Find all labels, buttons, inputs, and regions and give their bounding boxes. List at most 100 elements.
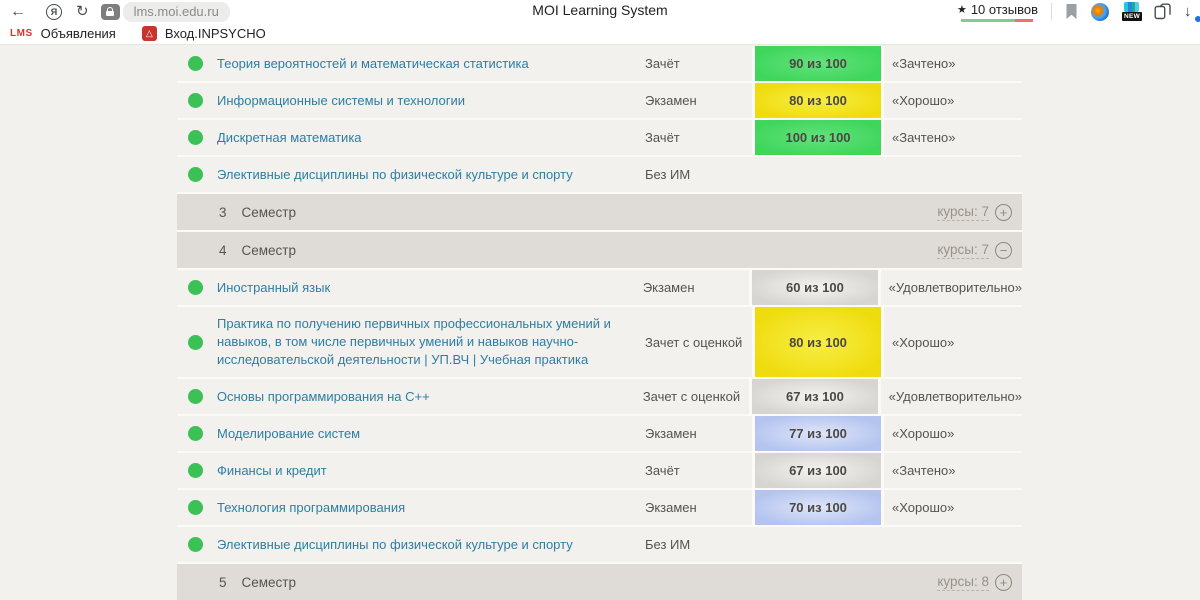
grades-table: Теория вероятностей и математическая ста…: [177, 46, 1022, 600]
score-badge: 100 из 100: [755, 120, 881, 155]
status-dot-icon: [188, 56, 203, 71]
grade-text: «Хорошо»: [884, 490, 1022, 525]
refresh-icon[interactable]: ↻: [76, 4, 89, 19]
lock-icon[interactable]: [101, 4, 120, 20]
status-dot-icon: [188, 93, 203, 108]
semester-number: 5: [177, 575, 227, 590]
table-row: Дискретная математика Зачёт 100 из 100 «…: [177, 120, 1022, 157]
table-row: Элективные дисциплины по физической куль…: [177, 157, 1022, 194]
exam-type: Экзамен: [645, 83, 752, 118]
table-row: Иностранный язык Экзамен 60 из 100 «Удов…: [177, 270, 1022, 307]
bookmark-icon[interactable]: [1065, 3, 1078, 20]
status-dot-icon: [188, 167, 203, 182]
semester-header-row: 4 Семестр курсы: 7 −: [177, 232, 1022, 270]
score-badge: 70 из 100: [755, 490, 881, 525]
score-badge: 67 из 100: [752, 379, 877, 414]
exam-type: Зачет с оценкой: [643, 379, 749, 414]
course-link[interactable]: Элективные дисциплины по физической куль…: [217, 166, 573, 184]
browser-orb-icon[interactable]: [1091, 3, 1109, 21]
score-cell: [752, 527, 884, 562]
semester-courses-toggle[interactable]: курсы: 7 −: [937, 242, 1022, 259]
score-cell: 67 из 100: [749, 379, 880, 414]
semester-label: Семестр: [227, 243, 297, 258]
status-dot-icon: [188, 426, 203, 441]
table-row: Моделирование систем Экзамен 77 из 100 «…: [177, 416, 1022, 453]
course-link[interactable]: Практика по получению первичных професси…: [217, 315, 633, 369]
toggle-icon[interactable]: −: [995, 242, 1012, 259]
grade-text: «Зачтено»: [884, 46, 1022, 81]
score-cell: 80 из 100: [752, 307, 884, 377]
grade-text: «Хорошо»: [884, 307, 1022, 377]
reviews-count-label: 10 отзывов: [971, 2, 1038, 17]
score-cell: 90 из 100: [752, 46, 884, 81]
score-badge: 67 из 100: [755, 453, 881, 488]
toggle-icon[interactable]: +: [995, 204, 1012, 221]
toolbar-divider: [1051, 3, 1052, 20]
course-link[interactable]: Основы программирования на C++: [217, 388, 430, 406]
exam-type: Зачет с оценкой: [645, 307, 752, 377]
lms-logo-icon: LMS: [10, 28, 33, 39]
table-row: Информационные системы и технологии Экза…: [177, 83, 1022, 120]
score-badge: 77 из 100: [755, 416, 881, 451]
address-bar[interactable]: lms.moi.edu.ru: [123, 2, 230, 22]
courses-count-link[interactable]: курсы: 7: [937, 204, 989, 221]
semester-label: Семестр: [227, 575, 297, 590]
table-row: Элективные дисциплины по физической куль…: [177, 527, 1022, 564]
table-row: Основы программирования на C++ Зачет с о…: [177, 379, 1022, 416]
status-dot-icon: [188, 130, 203, 145]
semester-courses-toggle[interactable]: курсы: 8 +: [937, 574, 1022, 591]
status-dot-icon: [188, 463, 203, 478]
semester-label: Семестр: [227, 205, 297, 220]
table-row: Теория вероятностей и математическая ста…: [177, 46, 1022, 83]
courses-count-link[interactable]: курсы: 7: [937, 242, 989, 259]
status-dot-icon: [188, 280, 203, 295]
grade-text: «Зачтено»: [884, 120, 1022, 155]
course-link[interactable]: Иностранный язык: [217, 279, 330, 297]
status-dot-icon: [188, 500, 203, 515]
grade-text: «Удовлетворительно»: [881, 379, 1022, 414]
browser-toolbar: ← Я ↻ lms.moi.edu.ru MOI Learning System…: [0, 0, 1200, 23]
exam-type: Экзамен: [643, 270, 749, 305]
courses-count-link[interactable]: курсы: 8: [937, 574, 989, 591]
exam-type: Зачёт: [645, 120, 752, 155]
score-cell: 100 из 100: [752, 120, 884, 155]
back-icon[interactable]: ←: [10, 4, 26, 20]
exam-type: Экзамен: [645, 416, 752, 451]
new-extension-icon[interactable]: NEW: [1122, 2, 1141, 21]
new-badge: NEW: [1122, 12, 1142, 21]
browser-window: ← Я ↻ lms.moi.edu.ru MOI Learning System…: [0, 0, 1200, 600]
course-link[interactable]: Теория вероятностей и математическая ста…: [217, 55, 529, 73]
collections-icon[interactable]: [1154, 3, 1171, 20]
reviews-widget[interactable]: ★ 10 отзывов: [957, 2, 1038, 22]
semester-courses-toggle[interactable]: курсы: 7 +: [937, 204, 1022, 221]
course-link[interactable]: Технология программирования: [217, 499, 405, 517]
course-link[interactable]: Дискретная математика: [217, 129, 362, 147]
score-cell: 70 из 100: [752, 490, 884, 525]
toggle-icon[interactable]: +: [995, 574, 1012, 591]
rating-bar: [961, 19, 1033, 22]
grade-text: «Удовлетворительно»: [881, 270, 1022, 305]
score-badge: 60 из 100: [752, 270, 877, 305]
course-link[interactable]: Моделирование систем: [217, 425, 360, 443]
exam-type: Экзамен: [645, 490, 752, 525]
course-link[interactable]: Финансы и кредит: [217, 462, 327, 480]
inpsycho-logo-icon: △: [142, 26, 157, 41]
score-badge: 80 из 100: [755, 83, 881, 118]
bookmark-item-announcements[interactable]: LMS Объявления: [10, 26, 116, 41]
status-dot-icon: [188, 335, 203, 350]
grade-text: «Зачтено»: [884, 453, 1022, 488]
yandex-home-icon[interactable]: Я: [46, 4, 62, 20]
exam-type: Зачёт: [645, 46, 752, 81]
bookmark-label: Объявления: [41, 26, 116, 41]
status-dot-icon: [188, 537, 203, 552]
score-badge: 80 из 100: [755, 307, 881, 377]
grade-text: «Хорошо»: [884, 416, 1022, 451]
bookmark-label: Вход.INPSYCHO: [165, 26, 266, 41]
course-link[interactable]: Элективные дисциплины по физической куль…: [217, 536, 573, 554]
bookmark-item-inpsycho[interactable]: △ Вход.INPSYCHO: [142, 26, 266, 41]
exam-type: Без ИМ: [645, 157, 752, 192]
browser-chrome: ← Я ↻ lms.moi.edu.ru MOI Learning System…: [0, 0, 1200, 45]
download-icon[interactable]: ↓: [1184, 3, 1198, 20]
course-link[interactable]: Информационные системы и технологии: [217, 92, 465, 110]
score-cell: [752, 157, 884, 192]
